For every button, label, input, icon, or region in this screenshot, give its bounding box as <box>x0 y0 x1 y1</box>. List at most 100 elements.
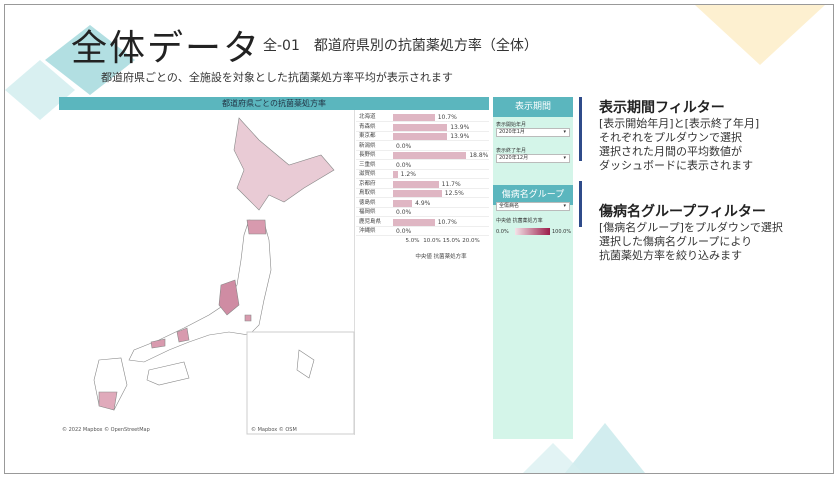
kyoto <box>176 327 190 343</box>
value-label: 11.7% <box>441 180 461 188</box>
decoration-triangle <box>523 443 583 473</box>
bar-row[interactable]: 鳥取県 12.5% <box>356 189 489 198</box>
slide: 全体データ 全-01 都道府県別の抗菌薬処方率（全体） 都道府県ごとの、全施設を… <box>4 4 834 474</box>
hokkaido <box>233 117 335 211</box>
bar[interactable] <box>393 171 398 178</box>
kagoshima <box>98 391 118 411</box>
bar[interactable] <box>393 190 442 197</box>
bar-row[interactable]: 北海道 10.7% <box>356 113 489 122</box>
category-label: 福岡県 <box>359 209 376 215</box>
callout-line <box>579 181 582 227</box>
category-label: 滋賀県 <box>359 171 376 177</box>
period-annotation: 表示期間フィルター [表示開始年月]と[表示終了年月] それぞれをプルダウンで選… <box>599 97 759 173</box>
annotation-line: 選択された月間の平均数値が <box>599 145 742 158</box>
tokyo <box>244 314 252 322</box>
end-value: 2020年12月 <box>499 155 529 161</box>
value-label: 12.5% <box>444 190 464 197</box>
category-label: 青森県 <box>359 123 376 130</box>
bar-row[interactable]: 徳島県 4.9% <box>356 199 489 208</box>
bar-row[interactable]: 青森県 13.9% <box>356 123 489 132</box>
value-label: 13.9% <box>450 123 470 131</box>
bar-row[interactable]: 滋賀県 1.2% <box>356 170 489 179</box>
japan-map[interactable]: © 2022 Mapbox © OpenStreetMap © Mapbox ©… <box>59 110 355 435</box>
legend-title: 中央値 抗菌薬処方率 <box>496 218 543 224</box>
disease-annotation: 傷病名グループフィルター [傷病名グループ]をプルダウンで選択 選択した傷病名グ… <box>599 201 783 263</box>
filter-panel: 表示期間 表示開始年月 2020年1月 ▾ 表示終了年月 2020年12月 ▾ 傷病… <box>493 97 573 439</box>
category-label: 京都府 <box>359 180 376 187</box>
value-label: 18.8% <box>469 152 489 159</box>
x-tick-label: 20.0% <box>462 238 480 244</box>
period-header: 表示期間 <box>493 97 573 117</box>
page-subtitle: 全-01 都道府県別の抗菌薬処方率（全体） <box>263 38 538 54</box>
bar-row[interactable]: 福岡県 0.0% <box>356 208 489 217</box>
bar[interactable] <box>393 218 435 226</box>
value-label: 1.2% <box>400 171 416 178</box>
start-value: 2020年1月 <box>499 129 525 135</box>
category-label: 東京都 <box>359 133 376 139</box>
value-label: 0.0% <box>396 142 412 150</box>
x-tick-label: 5.0% <box>405 238 420 244</box>
disease-dropdown[interactable]: 全傷病名 ▾ <box>496 202 570 211</box>
annotation-line: 選択した傷病名グループにより <box>599 235 753 248</box>
page-title: 全体データ <box>71 28 262 69</box>
chevron-down-icon: ▾ <box>563 155 566 161</box>
bar-row[interactable]: 新潟県 0.0% <box>356 142 489 151</box>
okinawa-inset <box>246 331 355 435</box>
value-label: 4.9% <box>415 199 431 207</box>
callout-line <box>579 97 582 161</box>
x-tick-label: 15.0% <box>442 238 461 244</box>
bar-row[interactable]: 長野県 18.8% <box>356 151 489 160</box>
category-label: 鹿児島県 <box>359 218 382 225</box>
start-month-dropdown[interactable]: 2020年1月 ▾ <box>496 128 570 137</box>
x-axis-label: 中央値 抗菌薬処方率 <box>415 254 467 260</box>
decoration-triangle <box>695 5 825 65</box>
end-month-dropdown[interactable]: 2020年12月 ▾ <box>496 154 570 163</box>
category-label: 徳島県 <box>359 199 376 206</box>
annotation-line: [表示開始年月]と[表示終了年月] <box>599 117 760 130</box>
value-label: 10.7% <box>437 114 457 121</box>
legend-max: 100.0% <box>552 229 572 235</box>
aomori <box>246 219 267 235</box>
value-label: 0.0% <box>396 228 412 235</box>
map-credit[interactable]: © 2022 Mapbox © OpenStreetMap <box>62 427 150 433</box>
bar-row[interactable]: 東京都 13.9% <box>356 132 489 141</box>
annotation-line: ダッシュボードに表示されます <box>599 159 753 172</box>
end-label: 表示終了年月 <box>496 148 527 154</box>
annotation-line: 抗菌薬処方率を絞り込みます <box>599 249 742 262</box>
value-label: 0.0% <box>396 161 412 169</box>
value-label: 0.0% <box>396 209 412 216</box>
period-annotation-title: 表示期間フィルター <box>599 100 725 116</box>
bar-row[interactable]: 沖縄県 0.0% <box>356 227 489 236</box>
inset-credit[interactable]: © Mapbox © OSM <box>251 427 297 433</box>
category-label: 新潟県 <box>359 142 376 149</box>
category-label: 鳥取県 <box>359 190 376 196</box>
bar-chart: 北海道 10.7% 青森県 13.9% 東京都 13.9% 新潟県 0.0% 長野県 18.8% 三… <box>356 110 489 435</box>
bar[interactable] <box>393 180 439 188</box>
annotation-line: それぞれをプルダウンで選択 <box>599 131 742 144</box>
chevron-down-icon: ▾ <box>563 203 566 209</box>
chevron-down-icon: ▾ <box>563 129 566 135</box>
bar-row[interactable]: 三重県 0.0% <box>356 161 489 170</box>
disease-value: 全傷病名 <box>499 203 520 209</box>
x-tick-label: 10.0% <box>423 238 441 244</box>
bar[interactable] <box>393 123 448 131</box>
bar[interactable] <box>393 133 448 140</box>
value-label: 13.9% <box>450 133 470 140</box>
category-label: 長野県 <box>359 152 376 158</box>
start-label: 表示開始年月 <box>496 122 527 128</box>
bar-row[interactable]: 鹿児島県 10.7% <box>356 218 489 227</box>
category-label: 三重県 <box>359 161 376 168</box>
bar-row[interactable]: 京都府 11.7% <box>356 180 489 189</box>
color-legend-gradient <box>515 228 550 235</box>
page-description: 都道府県ごとの、全施設を対象とした抗菌薬処方率平均が表示されます <box>101 71 453 84</box>
legend-min: 0.0% <box>496 229 509 235</box>
bar[interactable] <box>393 152 467 159</box>
value-label: 10.7% <box>437 218 457 226</box>
dashboard-header: 都道府県ごとの抗菌薬処方率 <box>59 97 489 110</box>
decoration-triangle <box>565 423 645 473</box>
category-label: 沖縄県 <box>359 228 376 234</box>
category-label: 北海道 <box>359 114 376 120</box>
bar[interactable] <box>393 114 435 121</box>
bar[interactable] <box>393 199 413 207</box>
annotation-line: [傷病名グループ]をプルダウンで選択 <box>599 221 783 234</box>
